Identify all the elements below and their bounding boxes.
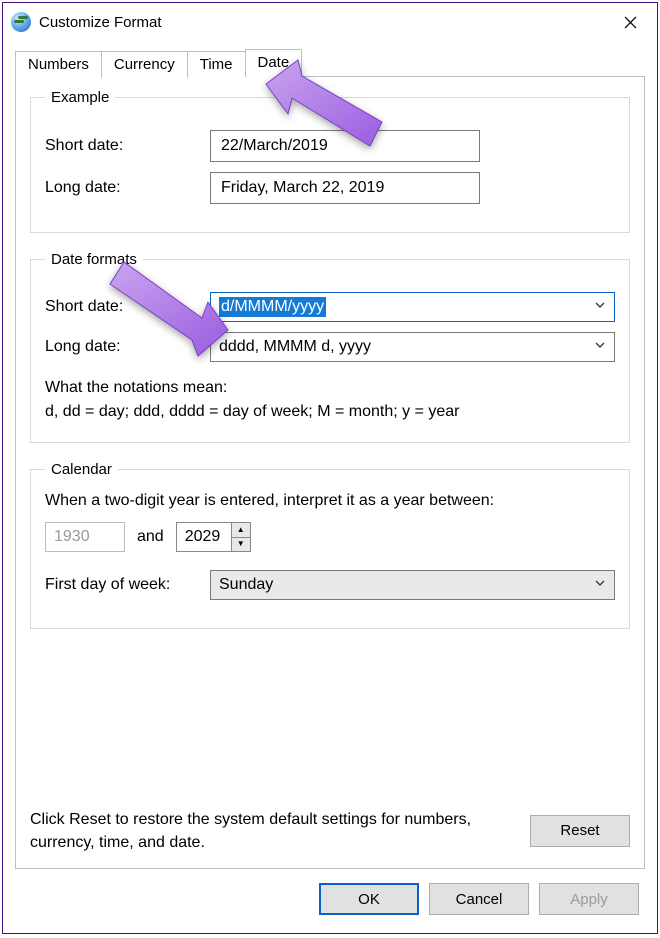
chevron-down-icon (594, 576, 606, 594)
apply-button[interactable]: Apply (539, 883, 639, 915)
customize-format-dialog: Customize Format Numbers Currency Time D… (2, 2, 658, 934)
date-formats-group: Date formats Short date: d/MMMM/yyyy Lon… (30, 251, 630, 443)
example-short-date-label: Short date: (45, 137, 210, 155)
two-digit-year-text: When a two-digit year is entered, interp… (45, 492, 615, 510)
chevron-down-icon (594, 338, 606, 356)
region-globe-icon (11, 12, 31, 32)
tabstrip: Numbers Currency Time Date (15, 47, 645, 77)
spinner-down-button[interactable]: ▼ (232, 538, 250, 552)
spinner-up-button[interactable]: ▲ (232, 523, 250, 538)
notation-body: d, dd = day; ddd, dddd = day of week; M … (45, 400, 615, 424)
long-date-format-combo[interactable]: dddd, MMMM d, yyyy (210, 332, 615, 362)
example-group: Example Short date: 22/March/2019 Long d… (30, 89, 630, 233)
calendar-legend: Calendar (45, 461, 118, 478)
year-to-value: 2029 (176, 522, 232, 552)
tab-currency[interactable]: Currency (101, 51, 188, 78)
example-long-date-label: Long date: (45, 179, 210, 197)
long-date-format-label: Long date: (45, 338, 210, 356)
ok-button[interactable]: OK (319, 883, 419, 915)
example-long-date-value: Friday, March 22, 2019 (210, 172, 480, 204)
year-from-field: 1930 (45, 522, 125, 552)
titlebar: Customize Format (3, 3, 657, 41)
short-date-format-combo[interactable]: d/MMMM/yyyy (210, 292, 615, 322)
example-legend: Example (45, 89, 115, 106)
reset-button[interactable]: Reset (530, 815, 630, 847)
calendar-group: Calendar When a two-digit year is entere… (30, 461, 630, 629)
cancel-button[interactable]: Cancel (429, 883, 529, 915)
tab-date[interactable]: Date (245, 49, 303, 78)
short-date-format-value: d/MMMM/yyyy (219, 297, 326, 317)
date-tab-panel: Example Short date: 22/March/2019 Long d… (15, 77, 645, 869)
and-label: and (137, 528, 164, 546)
example-short-date-value: 22/March/2019 (210, 130, 480, 162)
first-day-combo[interactable]: Sunday (210, 570, 615, 600)
long-date-format-value: dddd, MMMM d, yyyy (219, 338, 371, 356)
notation-heading: What the notations mean: (45, 376, 615, 400)
short-date-format-label: Short date: (45, 298, 210, 316)
dialog-buttons: OK Cancel Apply (15, 869, 645, 919)
year-to-spinner[interactable]: 2029 ▲ ▼ (176, 522, 251, 552)
window-title: Customize Format (39, 14, 607, 31)
tab-numbers[interactable]: Numbers (15, 51, 102, 78)
close-icon (624, 16, 637, 29)
close-button[interactable] (607, 7, 653, 37)
chevron-down-icon (594, 298, 606, 316)
tab-time[interactable]: Time (187, 51, 246, 78)
first-day-value: Sunday (219, 576, 273, 594)
first-day-label: First day of week: (45, 576, 210, 594)
date-formats-legend: Date formats (45, 251, 143, 268)
reset-description: Click Reset to restore the system defaul… (30, 808, 510, 854)
